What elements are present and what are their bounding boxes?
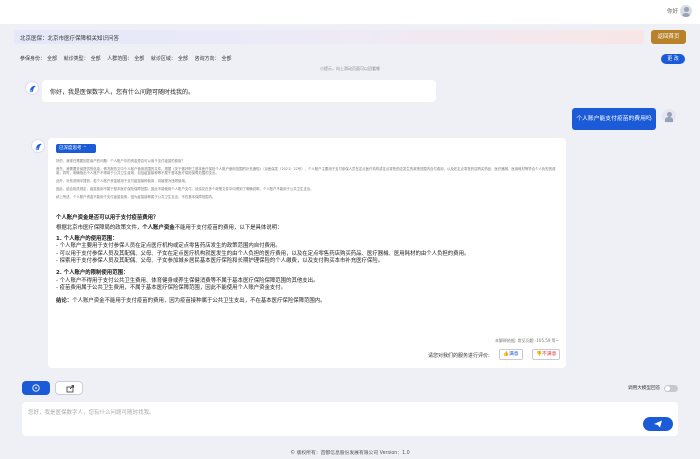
filter-value-region: 全部 xyxy=(177,56,188,62)
filter-value-direction: 全部 xyxy=(221,56,232,62)
thinking-paragraph: 因此，结合相关规定，疫苗费用不属于基本医疗保险保障范围，因此不能使用个人账户支付… xyxy=(56,186,314,191)
footer-copyright: © 版权所有：首都信息股份发展有限公司 Version：1.0 xyxy=(290,451,410,456)
title-bar: 北京医保：北京市医疗保障相关知识问答 xyxy=(14,30,644,44)
new-chat-button[interactable] xyxy=(22,381,50,395)
section1-item: - 个人账户主要用于支付参保人员在定点医疗机构或定点零售药店发生的政策范围内自付… xyxy=(56,243,281,250)
section2-item: - 疫苗费用属于公共卫生费用，不属于基本医疗保险保障范围，因此不能使用个人账户资… xyxy=(56,285,287,292)
filter-label-region: 就诊区域： xyxy=(150,56,176,62)
filter-value-identity: 全部 xyxy=(47,56,58,62)
answer-message: 已深度思考 ⌃ 好的，我现在需要回答用户的问题：个人账户中的资金是否可以用于支付… xyxy=(48,138,566,368)
section1-item: - 可以用于支付参保人员及其配偶、父母、子女在定点医疗机构就医发生的由个人负担的… xyxy=(56,250,470,257)
deep-think-label: 已深度思考 xyxy=(59,146,82,151)
thinking-paragraph: 好的，我现在需要回答用户的问题：个人账户中的资金是否可以用于支付疫苗的费用？ xyxy=(56,159,185,163)
thinking-paragraph: 此外，补充说明中提到，若个人账户资金被用于支付疫苗接种费用，将被视为违规使用。 xyxy=(56,179,189,184)
share-icon xyxy=(66,385,74,393)
bot-avatar-icon xyxy=(25,81,39,95)
user-message-avatar-icon xyxy=(662,109,676,123)
bot-avatar-icon xyxy=(31,139,45,153)
filter-label-identity: 参保身份： xyxy=(20,56,46,62)
greeting-text: 你好，我是医保数字人，您有什么问题可随时找我的。 xyxy=(50,89,195,96)
satisfied-button[interactable]: 👍满意 xyxy=(499,349,523,360)
answer-intro: 根据北京市医疗保障局的政策文件，个人账户资金不能用于支付疫苗的费用，以下是具体说… xyxy=(56,225,283,232)
back-home-button[interactable]: 返回首页 xyxy=(651,30,686,44)
share-button[interactable] xyxy=(55,381,83,395)
filter-label-direction: 咨询方向： xyxy=(194,56,220,62)
greeting-message: 你好，我是医保数字人，您有什么问题可随时找我的。 xyxy=(42,80,436,102)
scroll-hint: 小提示，向上滑动页面可以回看哪 xyxy=(320,66,380,71)
top-bar: 你好 xyxy=(0,0,700,24)
evaluate-prompt: 请您对我们的服务进行评价: xyxy=(428,353,490,359)
message-input-box xyxy=(22,402,678,436)
user-message: 个人账户能支付疫苗的费用吗 xyxy=(572,108,656,130)
thinking-paragraph: 首先，我需要查阅提供的信息。情况报告文中个人账户使用范围的文件。根据《关于做好职… xyxy=(56,166,556,176)
user-avatar-icon[interactable] xyxy=(680,5,692,17)
section1-item: - 探索用于支付参保人员及其配偶、父母、子女参加城乡居民基本医疗保险和长期护理保… xyxy=(56,258,384,265)
answer-content: 个人账户资金是否可以用于支付疫苗费用？ 根据北京市医疗保障局的政策文件，个人账户… xyxy=(56,215,561,308)
filter-bar: 参保身份： 全部 就诊类型： 全部 人群范围： 全部 就诊区域： 全部 咨询方向： 全部 xyxy=(20,55,237,62)
unsatisfied-button[interactable]: 👎不满意 xyxy=(532,349,561,360)
filter-value-population: 全部 xyxy=(134,56,145,62)
message-input[interactable] xyxy=(28,408,628,428)
thinking-paragraph: 综上所述，个人账户资金不能用于支付疫苗费用，因为疫苗接种属于公共卫生支出，不在基… xyxy=(56,194,216,199)
section1-title: 1. 个人账户的使用范围： xyxy=(56,235,118,242)
answer-stats: 本解释依据: 常见问题 -105.59 等~ xyxy=(495,338,559,343)
filter-label-population: 人群范围： xyxy=(107,56,133,62)
chat-icon xyxy=(32,384,40,392)
llm-toggle-switch[interactable] xyxy=(664,385,678,392)
answer-heading: 个人账户资金是否可以用于支付疫苗费用？ xyxy=(56,215,159,221)
filter-value-visit-type: 全部 xyxy=(90,56,101,62)
page-title: 北京医保：北京市医疗保障相关知识问答 xyxy=(20,36,120,42)
deep-think-toggle[interactable]: 已深度思考 ⌃ xyxy=(56,144,96,153)
llm-toggle-label: 调用大模型回答 xyxy=(628,386,661,391)
section2-title: 2. 个人账户的限制使用范围： xyxy=(56,270,129,277)
user-greeting: 你好 xyxy=(666,9,678,15)
change-filters-button[interactable]: 更 改 xyxy=(661,54,685,64)
chevron-up-icon: ⌃ xyxy=(82,146,87,151)
filter-label-visit-type: 就诊类型： xyxy=(63,56,89,62)
conclusion: 结论：个人账户资金不能用于支付疫苗的费用，因为疫苗接种属于公共卫生支出，不在基本… xyxy=(56,297,326,304)
thinking-content: 好的，我现在需要回答用户的问题：个人账户中的资金是否可以用于支付疫苗的费用？ 首… xyxy=(56,159,561,203)
send-button[interactable] xyxy=(643,417,673,431)
send-icon xyxy=(654,420,662,428)
